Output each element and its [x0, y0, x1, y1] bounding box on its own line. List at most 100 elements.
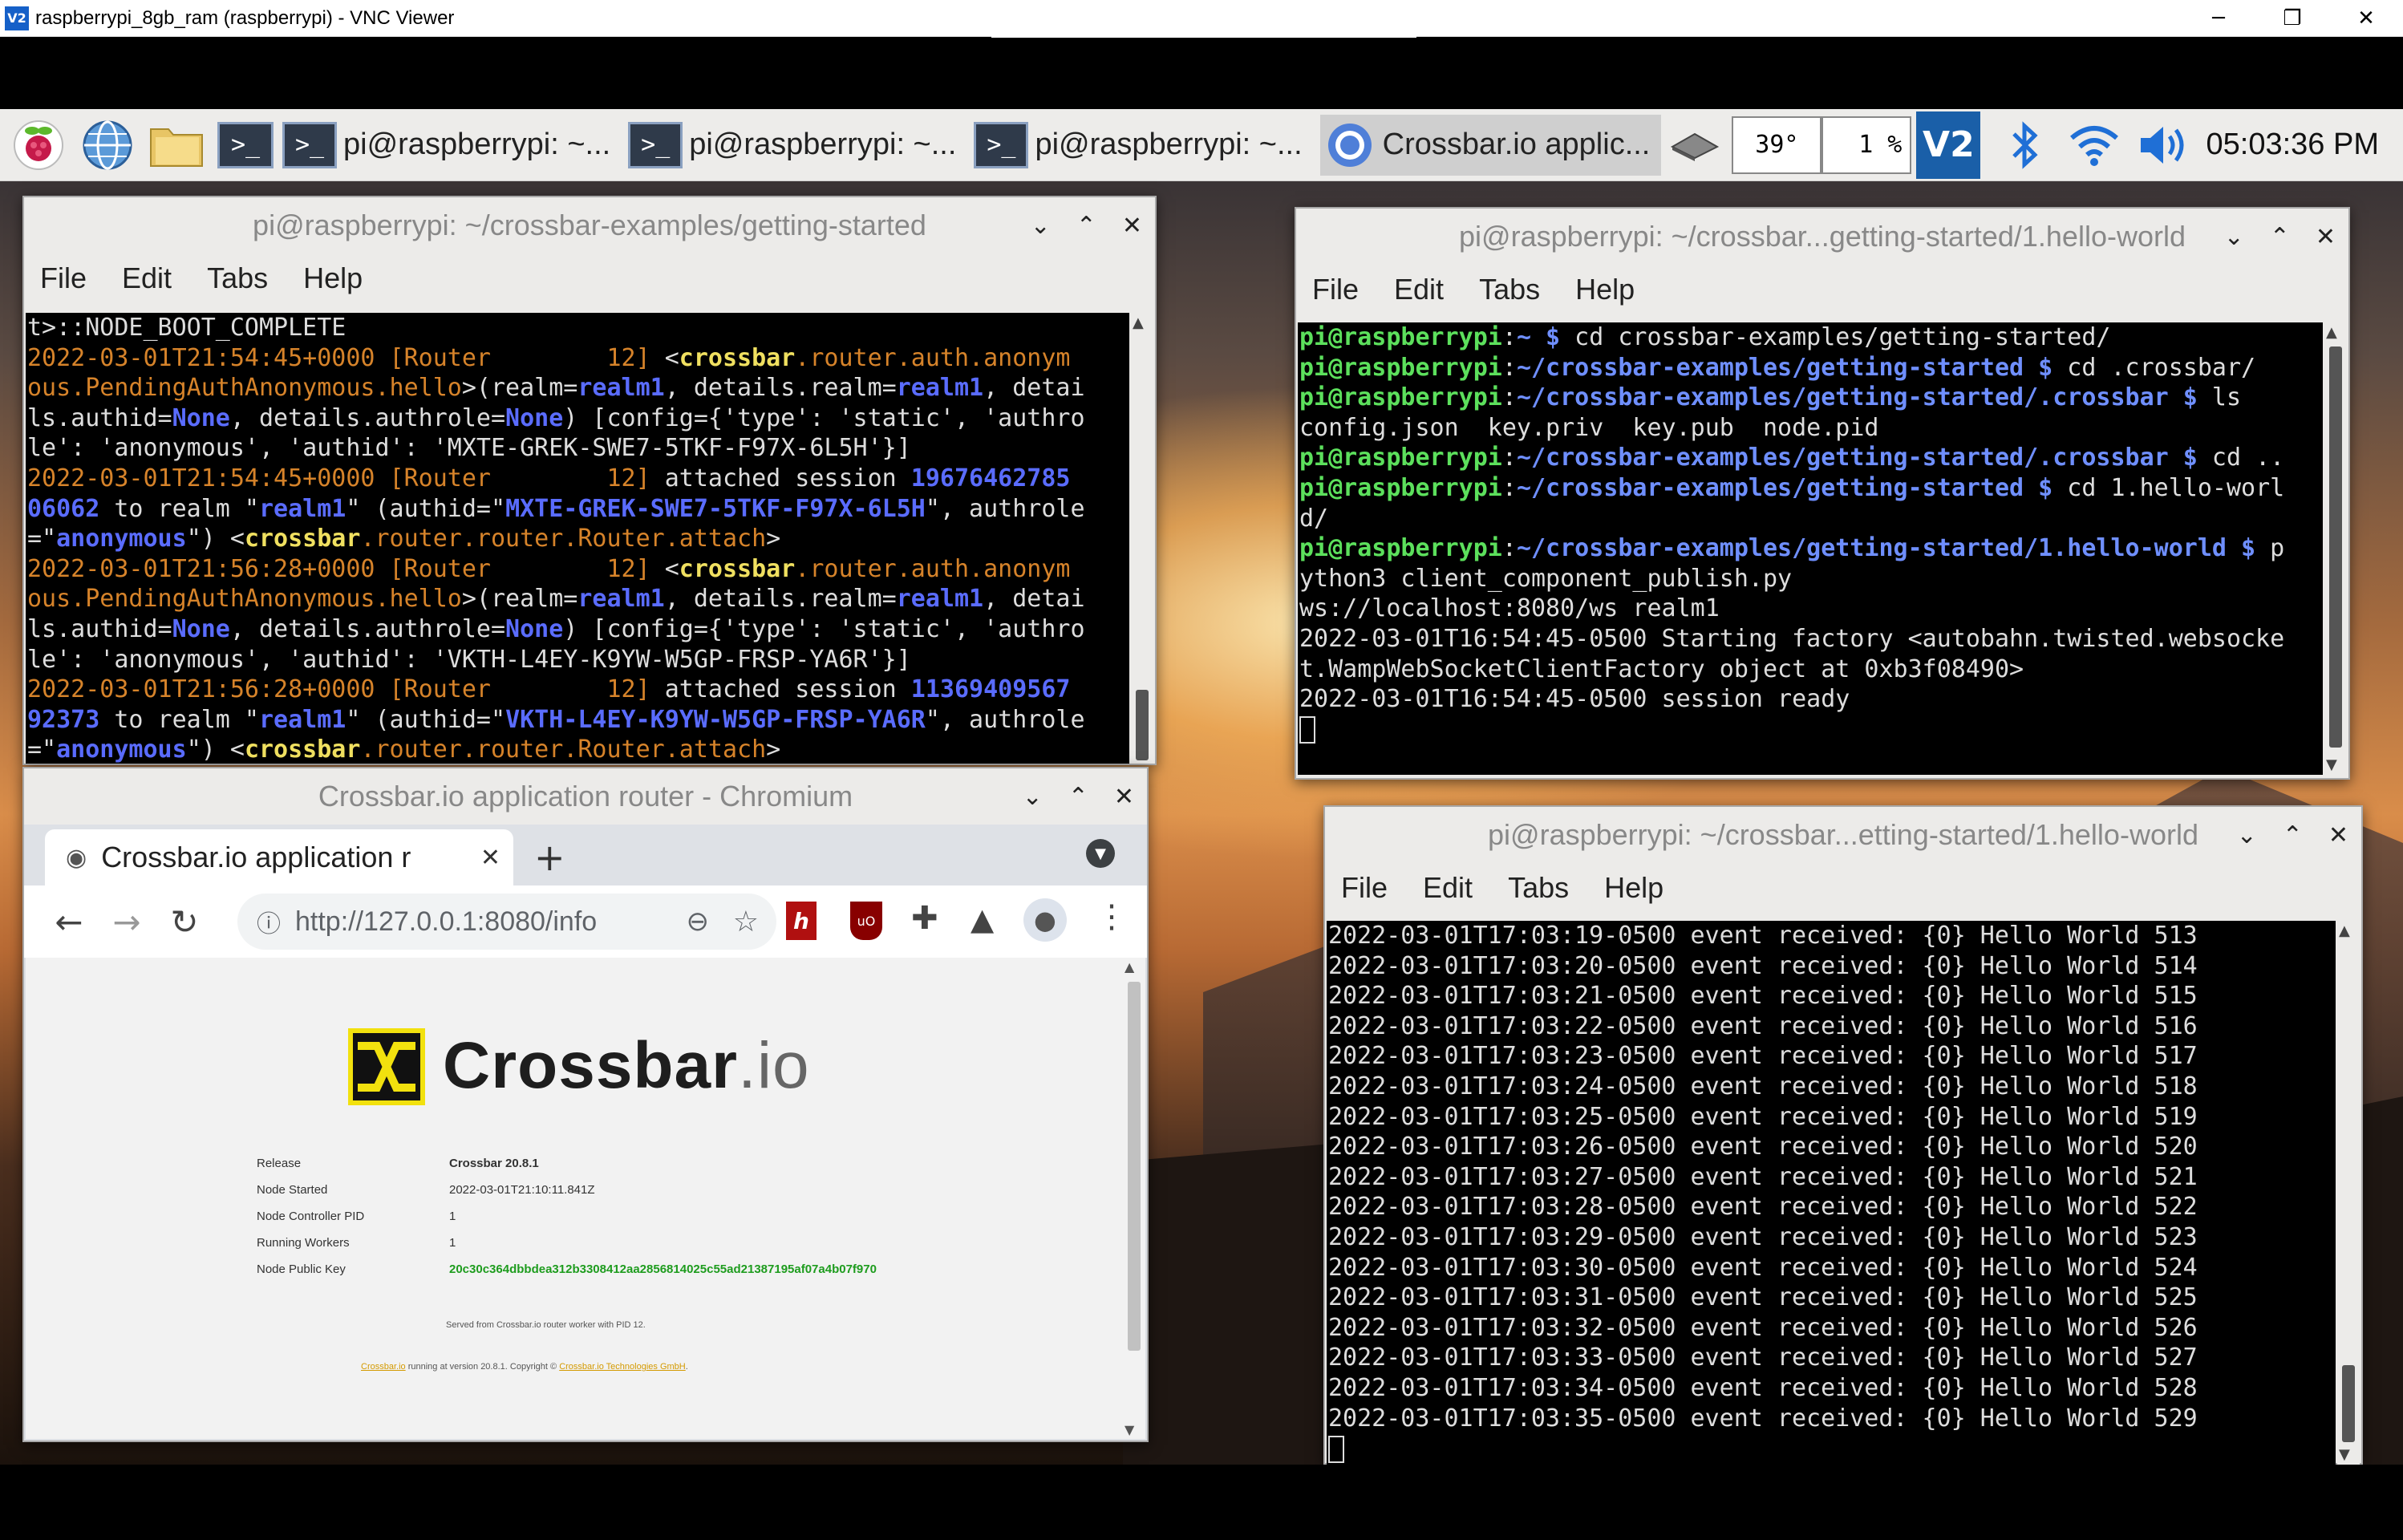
kebab-menu-icon[interactable]: ⋮ — [1096, 898, 1128, 935]
menu-tabs[interactable]: Tabs — [1479, 273, 1540, 306]
vnc-server-icon[interactable]: V2 — [1916, 111, 1981, 179]
taskbar-task-chromium[interactable]: Crossbar.io applic... — [1319, 114, 1662, 176]
browser-tab[interactable]: ◉ Crossbar.io application r ✕ — [45, 829, 513, 886]
chevron-down-icon[interactable]: ⌄ — [2237, 821, 2257, 849]
chevron-down-icon[interactable]: ⌄ — [1023, 783, 1043, 811]
terminal-line: 2022-03-01T17:03:27-0500 event received:… — [1328, 1162, 2198, 1191]
menu-file[interactable]: File — [1312, 273, 1359, 306]
window-titlebar[interactable]: Crossbar.io application router - Chromiu… — [24, 768, 1147, 825]
vnc-top-accent — [991, 35, 1416, 38]
terminal-line: 2022-03-01T17:03:19-0500 event received:… — [1328, 922, 2198, 950]
bookmark-star-icon[interactable]: ☆ — [733, 905, 759, 938]
window-titlebar[interactable]: pi@raspberrypi: ~/crossbar-examples/gett… — [24, 197, 1155, 253]
minimize-button[interactable]: ─ — [2182, 0, 2255, 37]
scroll-down-icon[interactable]: ▼ — [2339, 1446, 2350, 1463]
scrollbar-thumb[interactable] — [1128, 982, 1141, 1351]
menu-tabs[interactable]: Tabs — [207, 261, 268, 295]
taskbar-task-terminal-1[interactable]: >_ pi@raspberrypi: ~... — [282, 115, 622, 176]
menu-tabs[interactable]: Tabs — [1508, 871, 1569, 905]
close-icon[interactable]: ✕ — [2328, 821, 2348, 849]
window-titlebar[interactable]: pi@raspberrypi: ~/crossbar...getting-sta… — [1296, 209, 2348, 265]
close-icon[interactable]: ✕ — [2316, 223, 2336, 251]
terminal-line: ls.authid=None, details.authrole=None) [… — [27, 403, 1085, 432]
labs-flask-icon[interactable]: ▲ — [971, 902, 994, 937]
page-scrollbar[interactable]: ▲ ▼ — [1121, 958, 1145, 1439]
menu-file[interactable]: File — [1341, 871, 1388, 905]
address-bar[interactable]: ⓘ http://127.0.0.1:8080/info ⊖ ☆ — [237, 894, 776, 950]
terminal-line: 2022-03-01T17:03:30-0500 event received:… — [1328, 1253, 2198, 1282]
scroll-up-icon[interactable]: ▲ — [1125, 959, 1134, 975]
window-titlebar[interactable]: pi@raspberrypi: ~/crossbar...etting-star… — [1325, 807, 2361, 863]
hypothesis-extension-icon[interactable]: h — [786, 902, 817, 940]
raspberry-menu-icon[interactable] — [8, 115, 69, 176]
terminal-line: pi@raspberrypi:~/crossbar-examples/getti… — [1299, 534, 2285, 563]
restore-button[interactable]: ❐ — [2255, 0, 2329, 37]
menu-edit[interactable]: Edit — [1423, 871, 1473, 905]
terminal-cursor — [1328, 1433, 2336, 1464]
zoom-icon[interactable]: ⊖ — [687, 906, 710, 938]
forward-button[interactable]: → — [98, 893, 156, 950]
terminal-window-publisher: pi@raspberrypi: ~/crossbar...getting-sta… — [1295, 207, 2350, 780]
tab-close-icon[interactable]: ✕ — [472, 843, 500, 872]
close-icon[interactable]: ✕ — [1114, 783, 1134, 811]
browser-toolbar: ← → ↻ ⓘ http://127.0.0.1:8080/info ⊖ ☆ h… — [24, 886, 1147, 958]
terminal-window-subscriber: pi@raspberrypi: ~/crossbar...etting-star… — [1323, 805, 2363, 1465]
terminal-output[interactable]: t>::NODE_BOOT_COMPLETE 2022-03-01T21:54:4… — [26, 313, 1129, 764]
terminal-output[interactable]: 2022-03-01T17:03:19-0500 event received:… — [1327, 921, 2336, 1465]
terminal-line: 92373 to realm "realm1" (authid="VKTH-L4… — [27, 705, 1085, 734]
file-manager-icon[interactable] — [146, 115, 207, 176]
scrollbar-thumb[interactable] — [1136, 690, 1149, 760]
menu-file[interactable]: File — [40, 261, 87, 295]
maximize-icon[interactable]: ⌃ — [1068, 783, 1088, 811]
terminal-line: 2022-03-01T17:03:28-0500 event received:… — [1328, 1193, 2198, 1222]
extensions-puzzle-icon[interactable]: ✚ — [911, 900, 938, 937]
info-icon[interactable]: ⓘ — [257, 904, 281, 939]
scroll-down-icon[interactable]: ▼ — [1125, 1422, 1134, 1437]
close-button[interactable]: ✕ — [2329, 0, 2403, 37]
terminal-launcher-icon[interactable]: >_ — [215, 115, 276, 176]
volume-icon[interactable] — [2133, 115, 2194, 176]
taskbar-clock[interactable]: 05:03:36 PM — [2206, 128, 2379, 162]
scrollbar[interactable]: ▲ — [1131, 313, 1153, 764]
profile-avatar-icon[interactable]: ● — [1023, 898, 1067, 942]
terminal-line: 2022-03-01T16:54:45-0500 Starting factor… — [1299, 624, 2285, 653]
taskbar-task-terminal-3[interactable]: >_ pi@raspberrypi: ~... — [974, 115, 1313, 176]
eject-drive-icon[interactable] — [1664, 115, 1725, 176]
tab-search-icon[interactable]: ▼ — [1086, 839, 1115, 868]
crossbar-link[interactable]: Crossbar.io — [361, 1362, 406, 1372]
scrollbar-thumb[interactable] — [2329, 346, 2342, 748]
maximize-icon[interactable]: ⌃ — [2283, 821, 2303, 849]
chevron-down-icon[interactable]: ⌄ — [1031, 212, 1051, 240]
vnc-logo-icon: V2 — [5, 6, 29, 30]
ublock-extension-icon[interactable]: uO — [850, 902, 882, 940]
scroll-down-icon[interactable]: ▼ — [2326, 756, 2337, 773]
new-tab-button[interactable]: + — [534, 836, 565, 879]
scroll-up-icon[interactable]: ▲ — [2326, 324, 2337, 341]
scroll-up-icon[interactable]: ▲ — [2339, 922, 2350, 939]
menu-help[interactable]: Help — [303, 261, 363, 295]
menu-help[interactable]: Help — [1575, 273, 1635, 306]
menu-edit[interactable]: Edit — [1394, 273, 1444, 306]
terminal-line: config.json key.priv key.pub node.pid — [1299, 413, 1879, 442]
web-browser-icon[interactable] — [77, 115, 138, 176]
scrollbar-thumb[interactable] — [2342, 1365, 2355, 1442]
close-icon[interactable]: ✕ — [1122, 212, 1142, 240]
scrollbar[interactable]: ▲ ▼ — [2337, 921, 2360, 1465]
terminal-line: ="anonymous") <crossbar.router.router.Ro… — [27, 525, 781, 553]
scroll-up-icon[interactable]: ▲ — [1133, 314, 1144, 331]
menu-help[interactable]: Help — [1604, 871, 1663, 905]
back-button[interactable]: ← — [40, 893, 98, 950]
maximize-icon[interactable]: ⌃ — [2270, 223, 2290, 251]
scrollbar[interactable]: ▲ ▼ — [2324, 322, 2347, 775]
reload-button[interactable]: ↻ — [156, 893, 213, 950]
taskbar-task-terminal-2[interactable]: >_ pi@raspberrypi: ~... — [628, 115, 967, 176]
terminal-output[interactable]: pi@raspberrypi:~ $ cd crossbar-examples/… — [1298, 322, 2323, 775]
company-link[interactable]: Crossbar.io Technologies GmbH — [559, 1362, 686, 1372]
menu-edit[interactable]: Edit — [122, 261, 172, 295]
menubar: File Edit Tabs Help — [1296, 265, 2348, 314]
bluetooth-icon[interactable] — [1995, 115, 2056, 176]
terminal-line: 2022-03-01T17:03:26-0500 event received:… — [1328, 1133, 2198, 1161]
wifi-icon[interactable] — [2064, 115, 2125, 176]
maximize-icon[interactable]: ⌃ — [1076, 212, 1096, 240]
chevron-down-icon[interactable]: ⌄ — [2224, 223, 2244, 251]
